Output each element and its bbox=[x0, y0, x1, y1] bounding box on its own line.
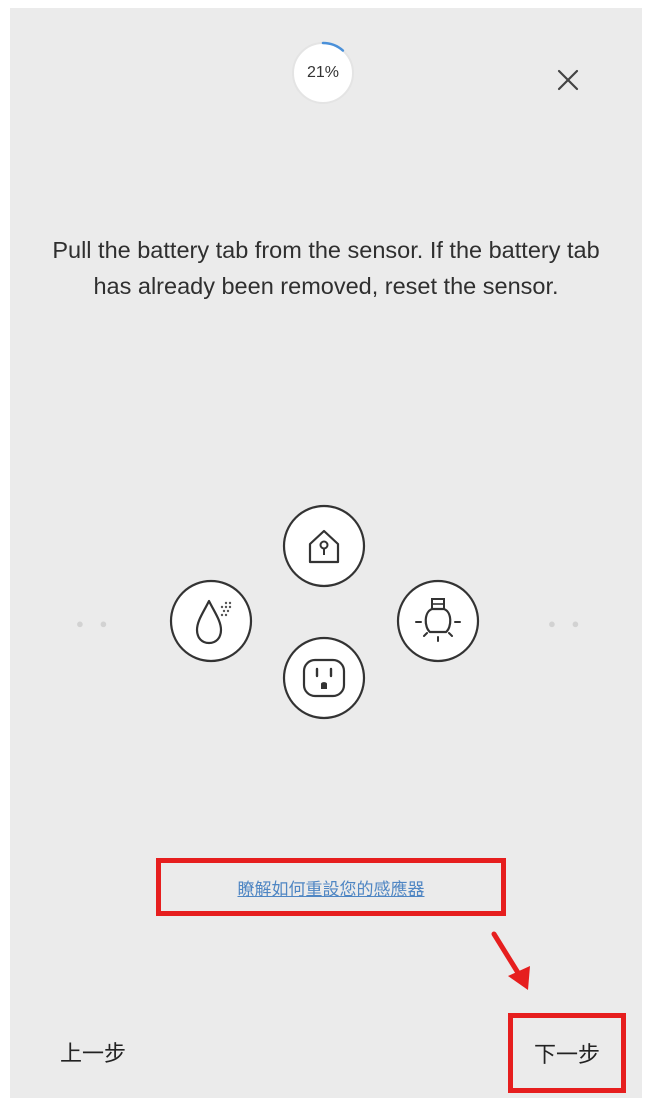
water-leak-sensor-icon bbox=[169, 579, 253, 663]
progress-percent: 21% bbox=[306, 64, 340, 81]
setup-screen: 21% Pull the battery tab from the sensor… bbox=[10, 8, 642, 1098]
home-sensor bbox=[282, 504, 366, 588]
back-button[interactable]: 上一步 bbox=[60, 1036, 126, 1068]
light-bulb-sensor bbox=[396, 579, 480, 663]
annotation-arrow-icon bbox=[491, 931, 530, 990]
outlet-sensor bbox=[282, 636, 366, 720]
next-button[interactable]: 下一步 bbox=[534, 1037, 600, 1069]
next-button-highlight: 下一步 bbox=[508, 1013, 626, 1093]
light-bulb-sensor-icon bbox=[396, 579, 480, 663]
home-sensor-icon bbox=[282, 504, 366, 588]
carousel-dots-right: ● ● bbox=[548, 616, 586, 631]
outlet-sensor-icon bbox=[282, 636, 366, 720]
reset-sensor-link[interactable]: 瞭解如何重設您的感應器 bbox=[238, 875, 425, 900]
close-icon bbox=[557, 69, 579, 91]
instruction-text: Pull the battery tab from the sensor. If… bbox=[52, 237, 600, 299]
close-button[interactable] bbox=[552, 64, 584, 96]
progress-indicator: 21% bbox=[290, 40, 356, 106]
reset-sensor-link-highlight: 瞭解如何重設您的感應器 bbox=[156, 858, 506, 916]
carousel-dots-left: ● ● bbox=[76, 616, 114, 631]
water-leak-sensor bbox=[169, 579, 253, 663]
